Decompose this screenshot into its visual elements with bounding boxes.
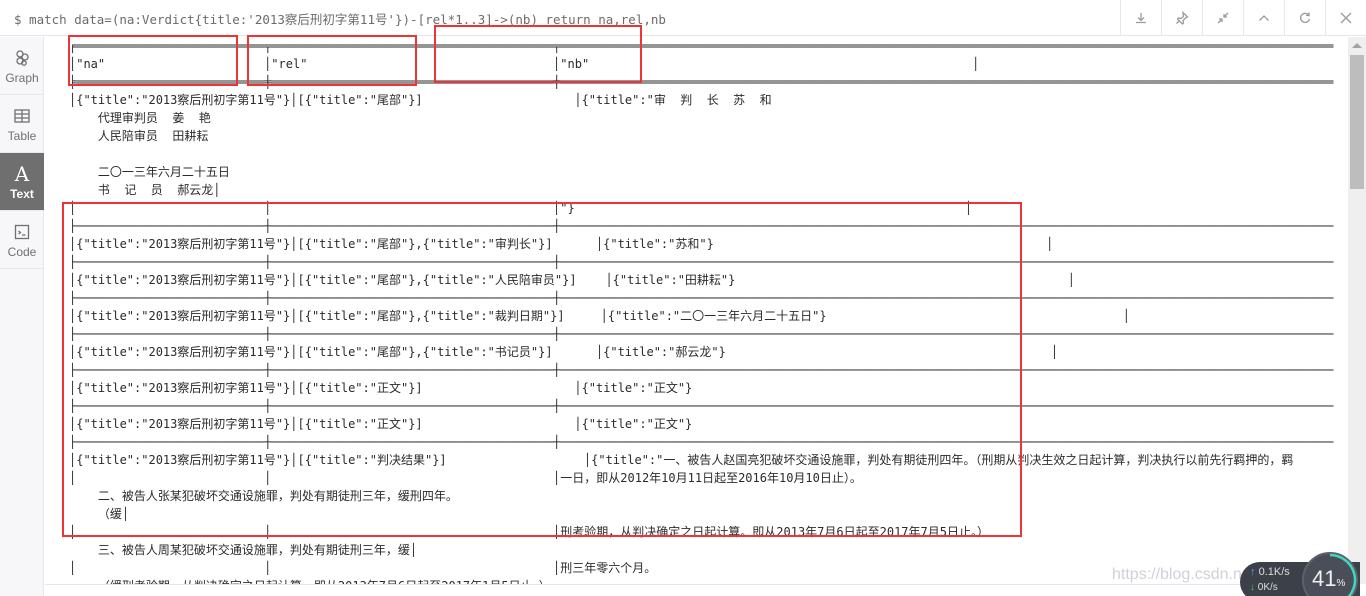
text-result-view[interactable]: ╒══════════════════════════╤════════════…	[45, 37, 1348, 584]
result-line: 三、被告人周某犯破坏交通设施罪，判处有期徒刑三年，缓│	[69, 543, 418, 557]
result-line: 二、被告人张某犯破坏交通设施罪，判处有期徒刑三年，缓刑四年。	[69, 489, 458, 503]
result-line: │ │ │"} │	[69, 201, 973, 215]
collapse-up-button[interactable]	[1243, 0, 1284, 36]
upload-arrow-icon: ↑	[1250, 566, 1256, 578]
table-border-line: ├──────────────────────────┼────────────…	[69, 399, 1334, 413]
table-border-line: ├──────────────────────────┼────────────…	[69, 363, 1334, 377]
result-line: │{"title":"2013察后刑初字第11号"}│[{"title":"尾部…	[69, 237, 1054, 251]
cpu-percent: 41%	[1312, 566, 1346, 591]
rerun-button[interactable]	[1284, 0, 1325, 36]
result-line: （缓│	[69, 507, 130, 521]
result-line: │"na" │"rel" │"nb" │	[69, 57, 980, 71]
tab-table[interactable]: Table	[0, 95, 44, 153]
tab-code-label: Code	[7, 244, 37, 259]
result-line: │{"title":"2013察后刑初字第11号"}│[{"title":"判决…	[69, 453, 1294, 467]
frame-bottom-border	[45, 584, 1348, 585]
chevron-up-icon	[1259, 15, 1269, 21]
result-line: 人民陪审员 田耕耘	[69, 129, 209, 143]
view-switcher: Graph Table A Text Code	[0, 37, 44, 596]
table-border-line: ├──────────────────────────┼────────────…	[69, 255, 1334, 269]
result-text: ╒══════════════════════════╤════════════…	[69, 37, 1333, 584]
code-icon	[13, 221, 31, 243]
result-line: │{"title":"2013察后刑初字第11号"}│[{"title":"正文…	[69, 417, 1025, 431]
pin-button[interactable]	[1161, 0, 1202, 36]
result-line: 二〇一三年六月二十五日	[69, 165, 230, 179]
collapse-icon	[1217, 12, 1229, 24]
tab-table-label: Table	[7, 128, 37, 143]
download-arrow-icon: ↓	[1250, 582, 1255, 593]
table-border-line: ├──────────────────────────┼────────────…	[69, 435, 1334, 449]
query-bar: $ match data=(na:Verdict{title:'2013察后刑初…	[0, 0, 1366, 36]
graph-icon	[13, 47, 31, 69]
refresh-icon	[1300, 12, 1311, 23]
table-border-line: ├──────────────────────────┼────────────…	[69, 219, 1334, 233]
collapse-button[interactable]	[1202, 0, 1243, 36]
close-icon	[1340, 12, 1352, 24]
tab-text-label: Text	[10, 186, 34, 201]
download-button[interactable]	[1120, 0, 1161, 36]
table-border-line: ├──────────────────────────┼────────────…	[69, 291, 1334, 305]
result-line: │{"title":"2013察后刑初字第11号"}│[{"title":"尾部…	[69, 273, 1075, 287]
vertical-scrollbar[interactable]	[1348, 37, 1366, 584]
table-icon	[13, 105, 31, 127]
text-icon: A	[14, 161, 30, 186]
close-button[interactable]	[1325, 0, 1366, 36]
tab-graph[interactable]: Graph	[0, 37, 44, 95]
query-text[interactable]: $ match data=(na:Verdict{title:'2013察后刑初…	[14, 9, 666, 28]
frame-toolbar	[1120, 0, 1366, 36]
result-line: │{"title":"2013察后刑初字第11号"}│[{"title":"尾部…	[69, 345, 1059, 359]
result-line: │{"title":"2013察后刑初字第11号"}│[{"title":"尾部…	[69, 93, 772, 107]
table-border-line: ├──────────────────────────┼────────────…	[69, 327, 1334, 341]
result-line	[69, 145, 1333, 163]
download-icon	[1136, 13, 1146, 24]
upload-speed: ↑ 0.1K/s	[1250, 566, 1290, 578]
result-line: 代理审判员 姜 艳	[69, 111, 211, 125]
tab-graph-label: Graph	[5, 70, 39, 85]
scrollbar-thumb[interactable]	[1350, 55, 1364, 189]
table-border-line: ╞══════════════════════════╪════════════…	[69, 75, 1334, 89]
scroll-up-arrow-icon[interactable]	[1352, 43, 1362, 48]
tab-text[interactable]: A Text	[0, 153, 44, 211]
result-line: │ │ │刑考验期，从判决确定之日起计算。即从2013年7月6日起至2017年7…	[69, 525, 989, 539]
pin-icon	[1176, 11, 1189, 25]
result-line: │{"title":"2013察后刑初字第11号"}│[{"title":"尾部…	[69, 309, 1131, 323]
table-border-line: ╒══════════════════════════╤════════════…	[69, 39, 1334, 53]
result-line: │{"title":"2013察后刑初字第11号"}│[{"title":"正文…	[69, 381, 1025, 395]
download-speed: ↓ 0K/s	[1250, 582, 1278, 593]
result-line: 书 记 员 郝云龙│	[69, 183, 221, 197]
result-line: │ │ │一日，即从2012年10月11日起至2016年10月10日止）。	[69, 471, 862, 485]
tab-code[interactable]: Code	[0, 211, 44, 269]
